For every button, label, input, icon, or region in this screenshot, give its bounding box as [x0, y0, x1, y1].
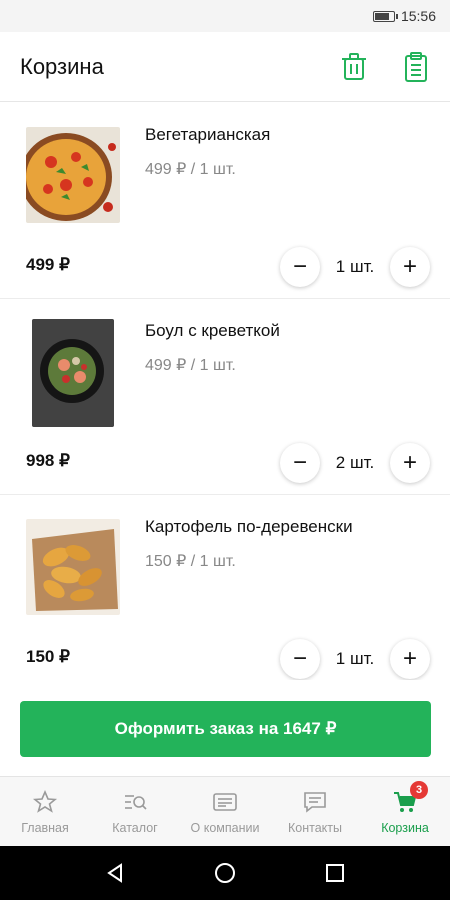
cart-item: Боул с креветкой 499 ₽ / 1 шт. 998 ₽ − 2… [0, 299, 450, 495]
nav-label: О компании [190, 820, 260, 835]
bottom-nav: Главная Каталог О компании Контакты 3 Ко… [0, 776, 450, 846]
status-bar: 15:56 [0, 0, 450, 32]
item-total-price: 150 ₽ [26, 647, 70, 666]
increase-quantity-button[interactable]: + [390, 639, 430, 679]
app-header: Корзина [0, 32, 450, 102]
battery-icon [372, 10, 398, 22]
item-total-price: 998 ₽ [26, 451, 70, 470]
nav-item-about[interactable]: О компании [180, 777, 270, 846]
status-time: 15:56 [400, 8, 436, 24]
nav-item-contacts[interactable]: Контакты [270, 777, 360, 846]
nav-label: Корзина [381, 820, 429, 835]
item-unit-price: 150 ₽ / 1 шт. [145, 553, 236, 570]
clipboard-icon[interactable] [402, 51, 430, 83]
nav-item-home[interactable]: Главная [0, 777, 90, 846]
item-unit-price: 499 ₽ / 1 шт. [145, 161, 236, 178]
decrease-quantity-button[interactable]: − [280, 247, 320, 287]
back-icon[interactable] [100, 858, 130, 888]
potato-image [26, 519, 120, 615]
pizza-image [26, 127, 120, 223]
system-nav-bar [0, 846, 450, 900]
quantity-value: 1 шт. [335, 257, 375, 276]
nav-label: Главная [21, 820, 69, 835]
order-panel: Оформить заказ на 1647 ₽ [0, 681, 450, 775]
cart-count-badge: 3 [410, 780, 428, 799]
item-unit-price: 499 ₽ / 1 шт. [145, 357, 236, 374]
cart-item: Картофель по-деревенски 150 ₽ / 1 шт. 15… [0, 495, 450, 680]
checkout-button[interactable]: Оформить заказ на 1647 ₽ [20, 701, 431, 757]
item-name: Картофель по-деревенски [145, 517, 353, 536]
home-icon[interactable] [210, 858, 240, 888]
nav-item-catalog[interactable]: Каталог [90, 777, 180, 846]
quantity-value: 2 шт. [335, 453, 375, 472]
nav-label: Каталог [112, 820, 158, 835]
quantity-stepper: − 1 шт. + [280, 639, 430, 679]
battery-level-fill [374, 12, 390, 20]
info-card-icon [212, 789, 238, 815]
quantity-stepper: − 1 шт. + [280, 247, 430, 287]
cart-icon: 3 [392, 780, 428, 815]
cart-item: Вегетарианская 499 ₽ / 1 шт. 499 ₽ − 1 ш… [0, 103, 450, 299]
decrease-quantity-button[interactable]: − [280, 443, 320, 483]
cart-list: Вегетарианская 499 ₽ / 1 шт. 499 ₽ − 1 ш… [0, 103, 450, 680]
page-title: Корзина [20, 53, 104, 79]
increase-quantity-button[interactable]: + [390, 443, 430, 483]
message-icon [302, 789, 328, 815]
catalog-search-icon [122, 789, 148, 815]
recent-apps-icon[interactable] [320, 858, 350, 888]
item-name: Боул с креветкой [145, 321, 280, 340]
trash-icon[interactable] [340, 51, 368, 83]
nav-item-cart[interactable]: 3 Корзина [360, 777, 450, 846]
increase-quantity-button[interactable]: + [390, 247, 430, 287]
quantity-value: 1 шт. [335, 649, 375, 668]
star-icon [32, 789, 58, 815]
nav-label: Контакты [288, 820, 342, 835]
item-total-price: 499 ₽ [26, 255, 70, 274]
quantity-stepper: − 2 шт. + [280, 443, 430, 483]
decrease-quantity-button[interactable]: − [280, 639, 320, 679]
item-name: Вегетарианская [145, 125, 271, 144]
bowl-image [32, 319, 114, 427]
